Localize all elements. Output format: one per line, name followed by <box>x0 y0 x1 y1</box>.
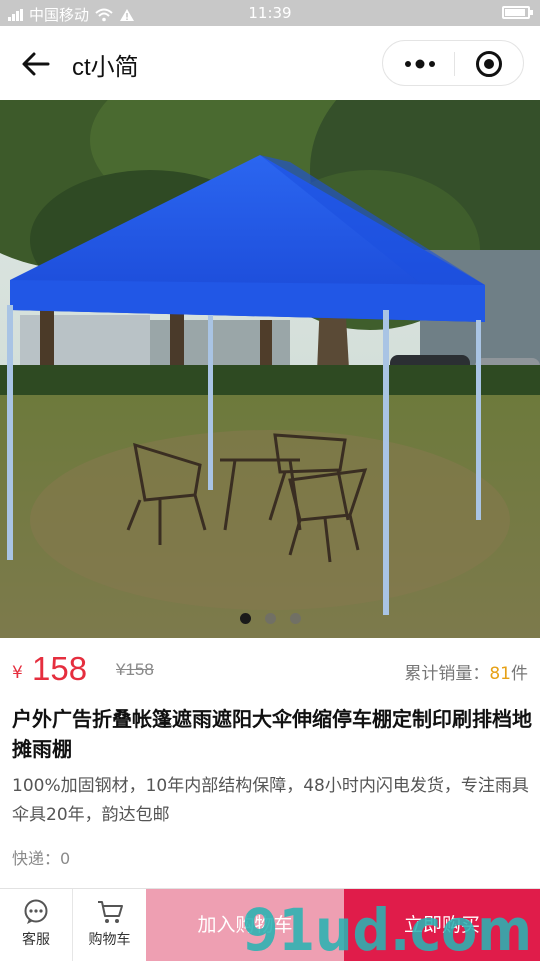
capsule-divider <box>454 52 455 76</box>
back-arrow-icon[interactable] <box>20 48 52 80</box>
shipping-fee: 快递：0 <box>12 849 71 868</box>
buy-now-button[interactable]: 立即购买 <box>344 889 540 961</box>
more-dots-icon[interactable] <box>401 53 439 75</box>
product-title: 户外广告折叠帐篷遮雨遮阳大伞伸缩停车棚定制印刷排档地摊雨棚 <box>12 707 532 761</box>
chat-bubble-icon <box>24 899 48 924</box>
mini-program-capsule <box>382 40 524 86</box>
price-row: ¥ 158 ¥158 累计销量：81件 <box>12 650 528 690</box>
carousel-indicators <box>0 613 540 624</box>
customer-service-button[interactable]: 客服 <box>0 889 73 961</box>
sales-unit: 件 <box>511 664 528 684</box>
cart-label: 购物车 <box>88 932 131 948</box>
record-icon[interactable] <box>475 50 503 78</box>
bottom-action-bar: 客服 购物车 加入购物车 立即购买 <box>0 888 540 961</box>
status-bar: 中国移动 11:39 <box>0 0 540 26</box>
carousel-dot[interactable] <box>239 613 251 624</box>
currency-symbol: ¥ <box>12 663 23 683</box>
nav-bar: ct小简 <box>0 26 540 100</box>
add-to-cart-button[interactable]: 加入购物车 <box>146 889 344 961</box>
tent-photo <box>0 100 540 638</box>
product-description: 100%加固钢材，10年内部结构保障，48小时内闪电发货，专注雨具伞具20年，韵… <box>12 776 529 825</box>
service-label: 客服 <box>22 932 50 948</box>
carousel-dot[interactable] <box>264 613 276 624</box>
sales-count: 81 <box>489 664 511 684</box>
sales-volume: 累计销量：81件 <box>404 659 528 684</box>
cart-button[interactable]: 购物车 <box>73 889 146 961</box>
product-image-carousel[interactable] <box>0 100 540 638</box>
sales-label: 累计销量： <box>404 664 490 684</box>
carousel-dot[interactable] <box>289 613 301 624</box>
page-title: ct小简 <box>72 54 139 81</box>
battery-icon <box>502 6 533 19</box>
original-price: ¥158 <box>116 660 154 679</box>
current-price: 158 <box>32 650 88 687</box>
shopping-cart-icon <box>97 901 123 923</box>
status-time: 11:39 <box>248 4 292 22</box>
